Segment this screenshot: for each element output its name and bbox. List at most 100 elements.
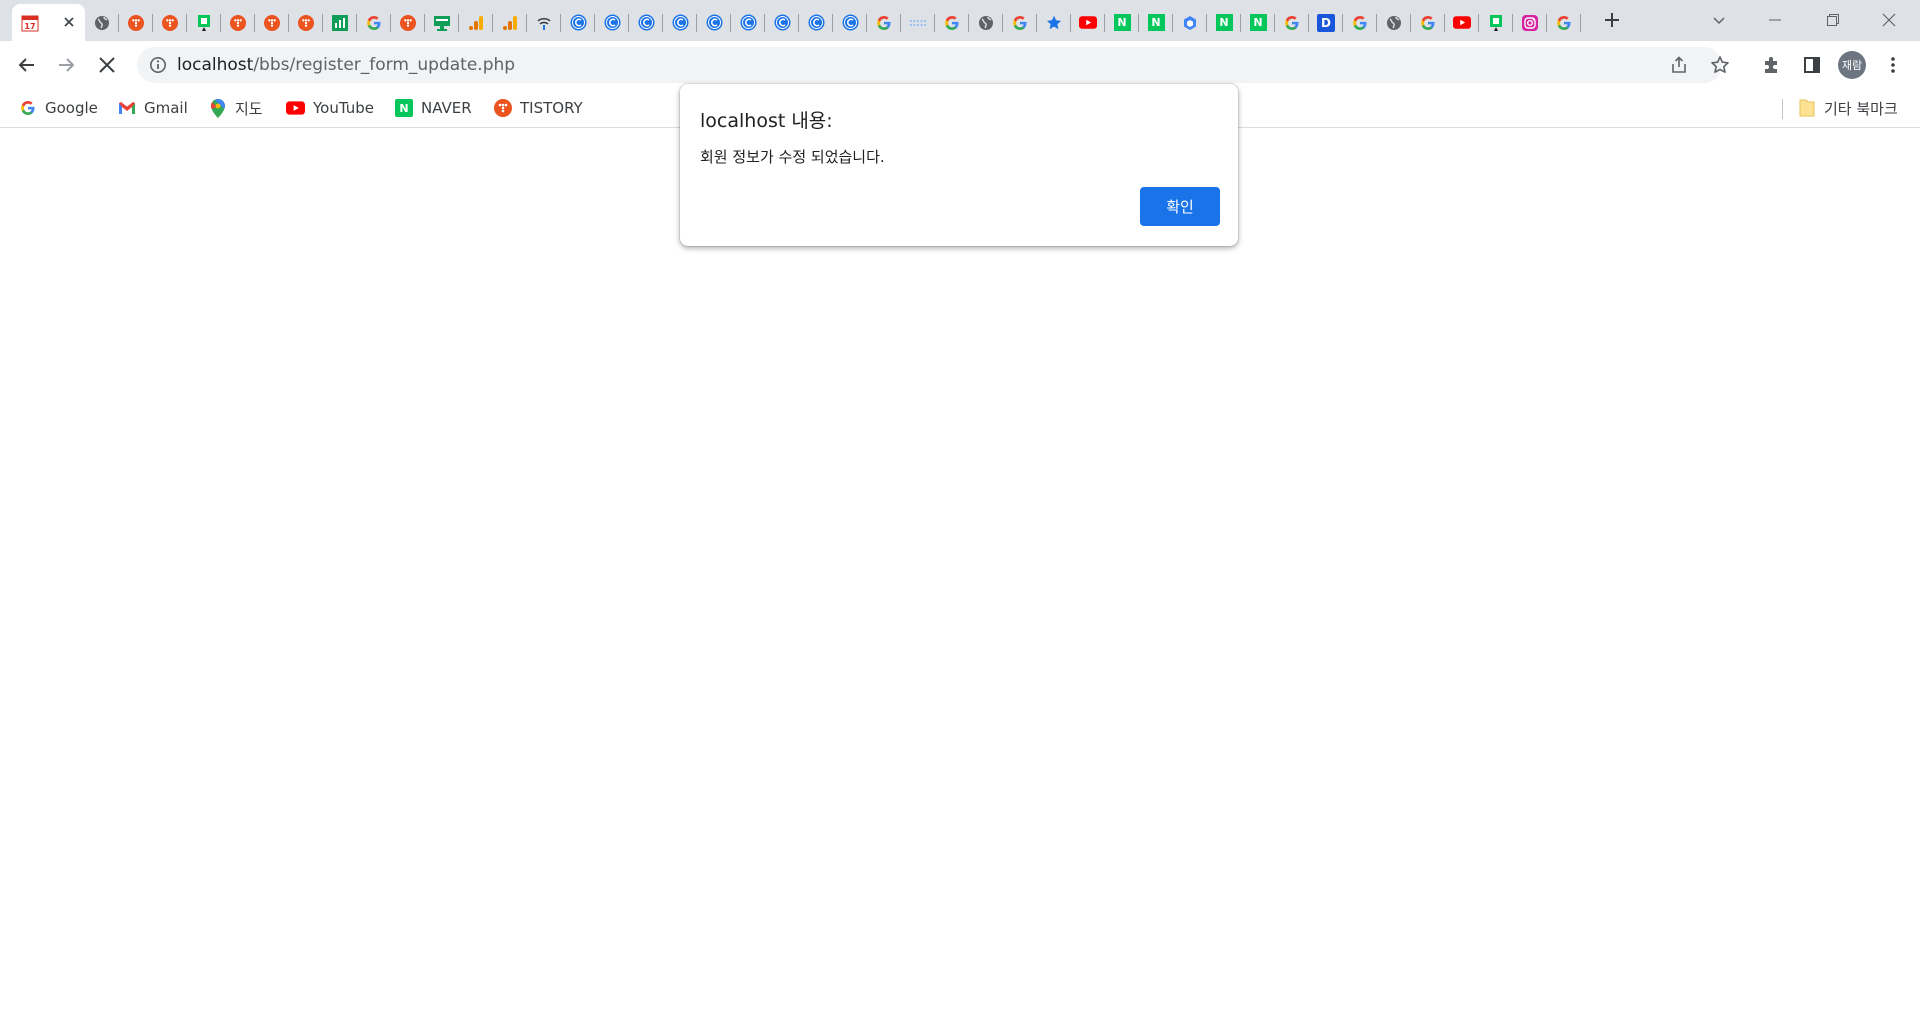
url-host: localhost [177, 55, 254, 75]
browser-tab[interactable] [1003, 4, 1037, 41]
instagram-icon [1521, 13, 1540, 32]
browser-tab[interactable] [357, 4, 391, 41]
c-circle-icon [603, 13, 622, 32]
browser-tab[interactable] [391, 4, 425, 41]
globe-icon [1385, 13, 1404, 32]
browser-tab[interactable] [1037, 4, 1071, 41]
profile-avatar[interactable]: 재람 [1838, 51, 1866, 79]
browser-tab[interactable] [663, 4, 697, 41]
tistory-icon [297, 13, 316, 32]
c-circle-icon [637, 13, 656, 32]
browser-tab-active[interactable]: 17 [12, 4, 85, 41]
ok-button[interactable]: 확인 [1140, 187, 1220, 226]
close-window-icon[interactable] [1874, 6, 1904, 34]
google-icon [365, 13, 384, 32]
bookmark-label: Gmail [144, 99, 188, 117]
browser-tab[interactable] [323, 4, 357, 41]
naver-icon: N [395, 99, 413, 117]
bookmark-youtube[interactable]: YouTube [286, 97, 374, 119]
address-bar[interactable]: localhost/bbs/register_form_update.php [137, 47, 1729, 83]
dialog-title: localhost 내용: [700, 110, 833, 132]
wifi-icon [535, 13, 554, 32]
browser-tab[interactable] [1377, 4, 1411, 41]
browser-tab[interactable] [595, 4, 629, 41]
browser-tab[interactable] [459, 4, 493, 41]
browser-tab[interactable] [1547, 4, 1581, 41]
hexagon-icon [1181, 13, 1200, 32]
naver-map-icon [195, 13, 214, 32]
tistory-icon [161, 13, 180, 32]
browser-tab[interactable] [799, 4, 833, 41]
browser-tab[interactable] [935, 4, 969, 41]
bookmark-naver[interactable]: N NAVER [395, 97, 472, 119]
browser-tab[interactable] [833, 4, 867, 41]
share-icon[interactable] [1667, 53, 1691, 77]
extensions-puzzle-icon[interactable] [1758, 51, 1786, 79]
c-circle-icon [671, 13, 690, 32]
browser-tab[interactable] [1479, 4, 1513, 41]
tab-close-icon[interactable] [61, 14, 77, 30]
browser-tab[interactable] [119, 4, 153, 41]
tistory-icon [263, 13, 282, 32]
stop-loading-icon[interactable] [93, 51, 121, 79]
back-arrow-icon[interactable] [13, 51, 41, 79]
browser-tab[interactable] [765, 4, 799, 41]
naver-icon: N [1249, 13, 1268, 32]
google-icon [1419, 13, 1438, 32]
browser-tab[interactable] [1275, 4, 1309, 41]
browser-tab[interactable] [697, 4, 731, 41]
tab-search-chevron-icon[interactable] [1704, 6, 1734, 34]
menu-kebab-icon[interactable] [1879, 51, 1907, 79]
browser-tab[interactable] [1513, 4, 1547, 41]
site-info-icon[interactable] [149, 56, 167, 78]
browser-tab[interactable] [255, 4, 289, 41]
browser-tab[interactable] [1071, 4, 1105, 41]
bookmark-other-folder[interactable]: 기타 북마크 [1797, 97, 1898, 119]
tab-strip: 17 N N N N D [0, 0, 1920, 41]
new-tab-plus-icon[interactable] [1600, 8, 1624, 32]
browser-tab[interactable] [527, 4, 561, 41]
bookmark-tistory[interactable]: TISTORY [493, 97, 583, 119]
browser-tab[interactable] [221, 4, 255, 41]
browser-tab[interactable] [731, 4, 765, 41]
youtube-icon [1453, 13, 1472, 32]
side-panel-icon[interactable] [1798, 51, 1826, 79]
bookmark-gmail[interactable]: Gmail [117, 97, 188, 119]
address-url[interactable]: localhost/bbs/register_form_update.php [177, 56, 515, 74]
browser-tab[interactable] [629, 4, 663, 41]
bookmark-star-icon[interactable] [1708, 53, 1732, 77]
forward-arrow-icon[interactable] [52, 51, 80, 79]
browser-tab[interactable] [969, 4, 1003, 41]
bookmark-label: Google [45, 99, 98, 117]
restore-icon[interactable] [1818, 6, 1848, 34]
browser-tab[interactable] [1173, 4, 1207, 41]
bookmark-google[interactable]: Google [18, 97, 98, 119]
bookmark-maps[interactable]: 지도 [208, 97, 263, 119]
browser-tab[interactable]: N [1105, 4, 1139, 41]
browser-tab[interactable] [289, 4, 323, 41]
c-circle-icon [807, 13, 826, 32]
browser-tab[interactable] [1411, 4, 1445, 41]
browser-tab[interactable] [1343, 4, 1377, 41]
bookmark-label: TISTORY [520, 99, 583, 117]
url-path: /bbs/register_form_update.php [253, 55, 516, 75]
browser-tab[interactable] [867, 4, 901, 41]
browser-tab[interactable] [561, 4, 595, 41]
minimize-icon[interactable] [1760, 6, 1790, 34]
browser-tab[interactable] [187, 4, 221, 41]
browser-tab[interactable] [153, 4, 187, 41]
browser-tab[interactable] [901, 4, 935, 41]
google-icon [1011, 13, 1030, 32]
browser-tab[interactable]: N [1241, 4, 1275, 41]
browser-tab[interactable] [1445, 4, 1479, 41]
tistory-icon [399, 13, 418, 32]
browser-tab[interactable] [425, 4, 459, 41]
browser-tab[interactable]: D [1309, 4, 1343, 41]
browser-tab[interactable]: N [1139, 4, 1173, 41]
c-circle-icon [739, 13, 758, 32]
browser-tab[interactable] [493, 4, 527, 41]
star-icon [1045, 13, 1064, 32]
alert-dialog: localhost 내용: 회원 정보가 수정 되었습니다. 확인 [680, 84, 1238, 246]
browser-tab[interactable] [85, 4, 119, 41]
browser-tab[interactable]: N [1207, 4, 1241, 41]
